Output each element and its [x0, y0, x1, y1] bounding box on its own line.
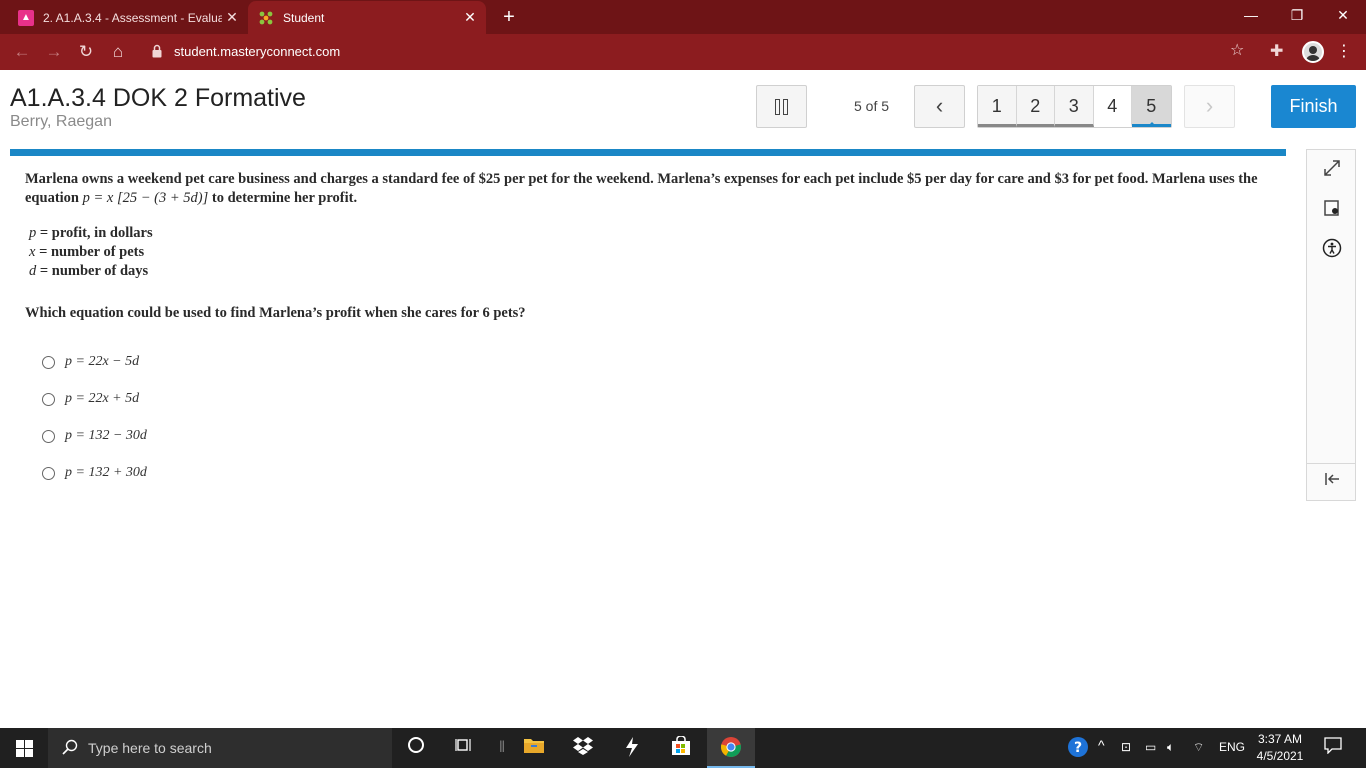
question-nav-3[interactable]: 3: [1055, 86, 1094, 127]
masteryconnect-favicon-icon: [258, 10, 274, 26]
lightning-app-icon[interactable]: [620, 736, 644, 760]
task-view-icon[interactable]: [452, 736, 476, 760]
new-tab-button[interactable]: +: [498, 6, 520, 28]
home-icon[interactable]: ⌂: [106, 40, 130, 64]
lock-icon: [152, 44, 162, 58]
choice-label: p = 22x − 5d: [65, 354, 140, 369]
reload-icon[interactable]: ↻: [74, 40, 98, 64]
chevron-up-icon[interactable]: ^: [1098, 737, 1105, 753]
next-question-button[interactable]: ›: [1184, 85, 1235, 128]
start-button[interactable]: [0, 728, 48, 768]
question-stem: Marlena owns a weekend pet care business…: [25, 170, 1285, 208]
answer-choice-d[interactable]: p = 132 + 30d: [42, 463, 147, 483]
stem-text-end: to determine her profit.: [208, 190, 358, 206]
definition-x: x = number of pets: [29, 244, 145, 260]
definition-d: d = number of days: [29, 263, 149, 279]
progress-rule: [10, 149, 1286, 156]
separator-icon: ‖: [498, 739, 506, 756]
clock-date: 4/5/2021: [1256, 749, 1304, 763]
chevron-right-icon: ›: [1205, 93, 1214, 118]
choice-label: p = 132 + 30d: [65, 465, 147, 480]
stem-equation: p = x [25 − (3 + 5d)]: [82, 190, 209, 206]
student-name: Berry, Raegan: [10, 113, 112, 130]
browser-menu-icon[interactable]: ⋮: [1336, 42, 1352, 62]
meet-now-icon[interactable]: ⊡: [1121, 740, 1131, 754]
radio-button[interactable]: [42, 429, 55, 443]
browser-toolbar: ← → ↻ ⌂ student.masteryconnect.com ☆ ✚ ⋮: [0, 34, 1366, 70]
chevron-left-icon: ‹: [935, 93, 944, 118]
language-indicator[interactable]: ENG: [1219, 740, 1245, 754]
windows-taskbar: Type here to search ‖ ? ^ ⊡ ▭ 🔈︎ ⌔ ENG 3…: [0, 728, 1366, 768]
maximize-button[interactable]: ❐: [1274, 0, 1320, 30]
tab-student[interactable]: Student ✕: [248, 1, 486, 34]
back-arrow-icon[interactable]: ←: [10, 40, 34, 64]
question-navigator: 1 2 3 4 5: [977, 85, 1172, 128]
question-nav-5[interactable]: 5: [1132, 86, 1171, 127]
dropbox-icon[interactable]: [571, 736, 595, 760]
pause-button[interactable]: [756, 85, 807, 128]
profile-avatar[interactable]: [1302, 41, 1324, 63]
pause-icon: [775, 98, 780, 115]
collapse-panel-icon[interactable]: [1319, 469, 1345, 495]
previous-question-button[interactable]: ‹: [914, 85, 965, 128]
tab-close-icon[interactable]: ✕: [460, 9, 480, 26]
search-icon: [62, 739, 78, 755]
windows-logo-icon: [15, 739, 33, 757]
help-icon[interactable]: ?: [1066, 736, 1090, 760]
forward-arrow-icon[interactable]: →: [42, 40, 66, 64]
choice-label: p = 22x + 5d: [65, 391, 140, 406]
minimize-button[interactable]: —: [1228, 0, 1274, 30]
answer-choice-c[interactable]: p = 132 − 30d: [42, 426, 147, 446]
extensions-puzzle-icon[interactable]: ✚: [1270, 41, 1283, 61]
taskbar-search-box[interactable]: Type here to search: [48, 728, 392, 768]
browser-tab-bar: ▲ 2. A1.A.3.4 - Assessment - Evalua ✕ St…: [0, 0, 1366, 34]
notification-icon[interactable]: [1321, 736, 1345, 760]
radio-button[interactable]: [42, 355, 55, 369]
svg-text:?: ?: [1074, 740, 1082, 756]
file-explorer-icon[interactable]: [522, 736, 546, 760]
definition-p: p = profit, in dollars: [29, 225, 153, 241]
panel-divider: [1307, 463, 1355, 464]
microsoft-store-icon[interactable]: [669, 735, 693, 760]
url-text: student.masteryconnect.com: [174, 44, 341, 59]
finish-button[interactable]: Finish: [1271, 85, 1356, 128]
question-nav-2[interactable]: 2: [1016, 86, 1055, 127]
question-prompt: Which equation could be used to find Mar…: [25, 305, 526, 321]
answer-choice-a[interactable]: p = 22x − 5d: [42, 352, 139, 372]
system-clock[interactable]: 3:37 AM 4/5/2021: [1254, 731, 1306, 765]
radio-button[interactable]: [42, 392, 55, 406]
search-placeholder: Type here to search: [88, 740, 212, 756]
question-nav-1[interactable]: 1: [978, 86, 1017, 127]
address-bar[interactable]: student.masteryconnect.com: [140, 38, 1260, 66]
cortana-icon[interactable]: [404, 736, 428, 760]
volume-icon[interactable]: 🔈︎: [1167, 740, 1174, 755]
wifi-icon[interactable]: ⌔: [1193, 740, 1204, 755]
magnifier-tool-icon[interactable]: [1319, 198, 1345, 224]
tab-assessment[interactable]: ▲ 2. A1.A.3.4 - Assessment - Evalua ✕: [0, 1, 248, 34]
radio-button[interactable]: [42, 466, 55, 480]
expand-icon[interactable]: [1319, 158, 1345, 184]
bookmark-star-icon[interactable]: ☆: [1230, 40, 1244, 60]
page-title: A1.A.3.4 DOK 2 Formative: [10, 84, 306, 112]
tab-title: 2. A1.A.3.4 - Assessment - Evalua: [43, 10, 222, 25]
accessibility-icon[interactable]: [1319, 238, 1345, 264]
assessment-favicon-icon: ▲: [18, 9, 34, 26]
variable-definitions: p = profit, in dollars x = number of pet…: [29, 224, 153, 281]
tool-panel: [1306, 149, 1356, 501]
clock-time: 3:37 AM: [1257, 732, 1303, 746]
question-position: 5 of 5: [854, 98, 890, 114]
close-window-button[interactable]: ✕: [1320, 0, 1366, 30]
answer-choice-b[interactable]: p = 22x + 5d: [42, 389, 139, 409]
tab-close-icon[interactable]: ✕: [222, 9, 242, 26]
choice-label: p = 132 − 30d: [65, 428, 147, 443]
question-nav-4[interactable]: 4: [1093, 86, 1132, 127]
chrome-icon[interactable]: [719, 736, 743, 760]
battery-icon[interactable]: ▭: [1145, 740, 1156, 754]
tab-title: Student: [283, 10, 325, 25]
